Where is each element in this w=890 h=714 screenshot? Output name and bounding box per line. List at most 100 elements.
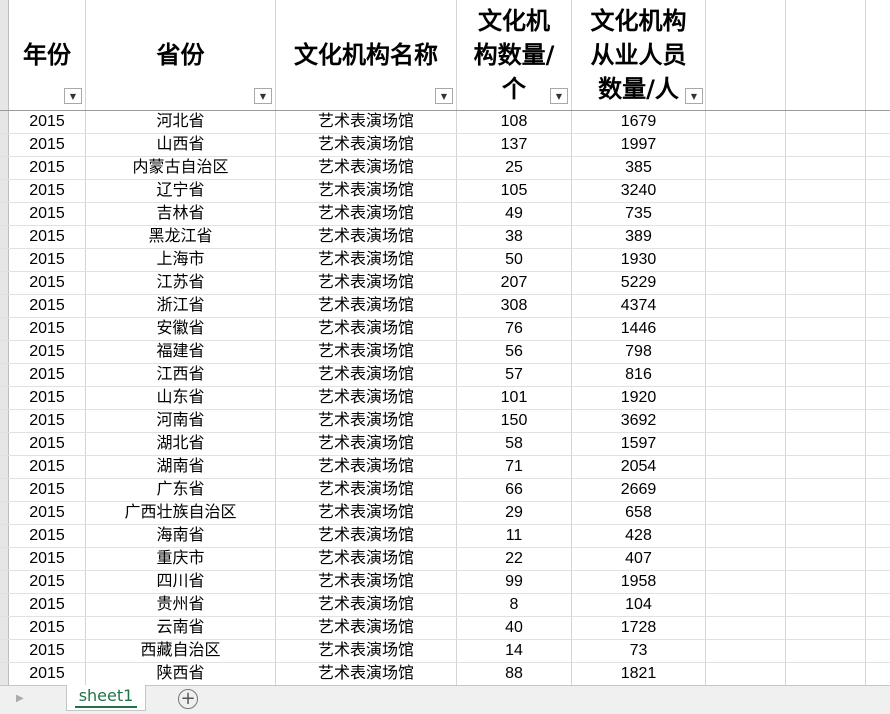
filter-dropdown-icon[interactable]: ▼ xyxy=(64,88,82,104)
cell-year[interactable]: 2015 xyxy=(9,364,85,386)
cell-staff-count[interactable]: 1920 xyxy=(572,387,705,409)
cell-staff-count[interactable]: 1728 xyxy=(572,617,705,639)
cell-year[interactable]: 2015 xyxy=(9,226,85,248)
cell-staff-count[interactable]: 1597 xyxy=(572,433,705,455)
cell-province[interactable]: 海南省 xyxy=(86,525,275,547)
cell-year[interactable]: 2015 xyxy=(9,617,85,639)
cell-year[interactable]: 2015 xyxy=(9,571,85,593)
cell-province[interactable]: 湖北省 xyxy=(86,433,275,455)
cell-institution-name[interactable]: 艺术表演场馆 xyxy=(276,295,456,317)
cell-institution-count[interactable]: 56 xyxy=(457,341,571,363)
cell-province[interactable]: 山西省 xyxy=(86,134,275,156)
table-row[interactable]: 2015 陕西省 艺术表演场馆 88 1821 xyxy=(0,663,890,685)
cell-institution-name[interactable]: 艺术表演场馆 xyxy=(276,226,456,248)
cell-institution-name[interactable]: 艺术表演场馆 xyxy=(276,479,456,501)
cell-year[interactable]: 2015 xyxy=(9,341,85,363)
cell-institution-count[interactable]: 50 xyxy=(457,249,571,271)
cell-staff-count[interactable]: 1930 xyxy=(572,249,705,271)
cell-staff-count[interactable]: 735 xyxy=(572,203,705,225)
scroll-left-arrow-icon[interactable]: ▶ xyxy=(16,693,24,704)
table-row[interactable]: 2015 云南省 艺术表演场馆 40 1728 xyxy=(0,617,890,640)
table-row[interactable]: 2015 浙江省 艺术表演场馆 308 4374 xyxy=(0,295,890,318)
cell-institution-count[interactable]: 11 xyxy=(457,525,571,547)
cell-institution-name[interactable]: 艺术表演场馆 xyxy=(276,203,456,225)
cell-province[interactable]: 浙江省 xyxy=(86,295,275,317)
cell-institution-name[interactable]: 艺术表演场馆 xyxy=(276,157,456,179)
cell-staff-count[interactable]: 73 xyxy=(572,640,705,662)
cell-institution-count[interactable]: 14 xyxy=(457,640,571,662)
cell-year[interactable]: 2015 xyxy=(9,640,85,662)
cell-year[interactable]: 2015 xyxy=(9,295,85,317)
cell-year[interactable]: 2015 xyxy=(9,318,85,340)
cell-staff-count[interactable]: 658 xyxy=(572,502,705,524)
cell-staff-count[interactable]: 1958 xyxy=(572,571,705,593)
cell-province[interactable]: 河北省 xyxy=(86,111,275,133)
cell-year[interactable]: 2015 xyxy=(9,410,85,432)
cell-institution-name[interactable]: 艺术表演场馆 xyxy=(276,341,456,363)
cell-province[interactable]: 河南省 xyxy=(86,410,275,432)
cell-institution-name[interactable]: 艺术表演场馆 xyxy=(276,571,456,593)
cell-year[interactable]: 2015 xyxy=(9,479,85,501)
cell-institution-count[interactable]: 137 xyxy=(457,134,571,156)
sheet-tab[interactable]: sheet1 xyxy=(66,685,146,711)
cell-province[interactable]: 上海市 xyxy=(86,249,275,271)
table-row[interactable]: 2015 西藏自治区 艺术表演场馆 14 73 xyxy=(0,640,890,663)
cell-institution-name[interactable]: 艺术表演场馆 xyxy=(276,594,456,616)
cell-institution-name[interactable]: 艺术表演场馆 xyxy=(276,640,456,662)
cell-year[interactable]: 2015 xyxy=(9,663,85,685)
table-row[interactable]: 2015 黑龙江省 艺术表演场馆 38 389 xyxy=(0,226,890,249)
cell-institution-name[interactable]: 艺术表演场馆 xyxy=(276,433,456,455)
header-province[interactable]: 省份 xyxy=(86,0,275,110)
cell-year[interactable]: 2015 xyxy=(9,249,85,271)
cell-province[interactable]: 西藏自治区 xyxy=(86,640,275,662)
cell-institution-count[interactable]: 8 xyxy=(457,594,571,616)
cell-year[interactable]: 2015 xyxy=(9,594,85,616)
cell-institution-count[interactable]: 76 xyxy=(457,318,571,340)
cell-institution-name[interactable]: 艺术表演场馆 xyxy=(276,364,456,386)
cell-province[interactable]: 广东省 xyxy=(86,479,275,501)
cell-staff-count[interactable]: 1679 xyxy=(572,111,705,133)
table-row[interactable]: 2015 上海市 艺术表演场馆 50 1930 xyxy=(0,249,890,272)
table-row[interactable]: 2015 广西壮族自治区 艺术表演场馆 29 658 xyxy=(0,502,890,525)
cell-institution-count[interactable]: 105 xyxy=(457,180,571,202)
cell-institution-name[interactable]: 艺术表演场馆 xyxy=(276,134,456,156)
cell-staff-count[interactable]: 3240 xyxy=(572,180,705,202)
cell-institution-name[interactable]: 艺术表演场馆 xyxy=(276,548,456,570)
cell-province[interactable]: 内蒙古自治区 xyxy=(86,157,275,179)
cell-year[interactable]: 2015 xyxy=(9,387,85,409)
cell-year[interactable]: 2015 xyxy=(9,180,85,202)
cell-staff-count[interactable]: 1821 xyxy=(572,663,705,685)
cell-province[interactable]: 广西壮族自治区 xyxy=(86,502,275,524)
cell-staff-count[interactable]: 798 xyxy=(572,341,705,363)
cell-institution-count[interactable]: 108 xyxy=(457,111,571,133)
table-row[interactable]: 2015 河北省 艺术表演场馆 108 1679 xyxy=(0,111,890,134)
filter-dropdown-icon[interactable]: ▼ xyxy=(254,88,272,104)
cell-institution-name[interactable]: 艺术表演场馆 xyxy=(276,249,456,271)
cell-staff-count[interactable]: 428 xyxy=(572,525,705,547)
table-row[interactable]: 2015 广东省 艺术表演场馆 66 2669 xyxy=(0,479,890,502)
cell-staff-count[interactable]: 3692 xyxy=(572,410,705,432)
cell-staff-count[interactable]: 389 xyxy=(572,226,705,248)
cell-institution-count[interactable]: 29 xyxy=(457,502,571,524)
cell-institution-count[interactable]: 308 xyxy=(457,295,571,317)
cell-institution-count[interactable]: 207 xyxy=(457,272,571,294)
cell-staff-count[interactable]: 104 xyxy=(572,594,705,616)
table-row[interactable]: 2015 江苏省 艺术表演场馆 207 5229 xyxy=(0,272,890,295)
cell-province[interactable]: 福建省 xyxy=(86,341,275,363)
cell-province[interactable]: 云南省 xyxy=(86,617,275,639)
cell-staff-count[interactable]: 2669 xyxy=(572,479,705,501)
cell-province[interactable]: 吉林省 xyxy=(86,203,275,225)
cell-year[interactable]: 2015 xyxy=(9,111,85,133)
cell-institution-name[interactable]: 艺术表演场馆 xyxy=(276,525,456,547)
cell-staff-count[interactable]: 4374 xyxy=(572,295,705,317)
table-row[interactable]: 2015 贵州省 艺术表演场馆 8 104 xyxy=(0,594,890,617)
table-row[interactable]: 2015 重庆市 艺术表演场馆 22 407 xyxy=(0,548,890,571)
cell-institution-count[interactable]: 25 xyxy=(457,157,571,179)
cell-staff-count[interactable]: 2054 xyxy=(572,456,705,478)
cell-institution-count[interactable]: 57 xyxy=(457,364,571,386)
cell-year[interactable]: 2015 xyxy=(9,157,85,179)
cell-staff-count[interactable]: 407 xyxy=(572,548,705,570)
cell-staff-count[interactable]: 385 xyxy=(572,157,705,179)
cell-province[interactable]: 黑龙江省 xyxy=(86,226,275,248)
cell-institution-name[interactable]: 艺术表演场馆 xyxy=(276,456,456,478)
